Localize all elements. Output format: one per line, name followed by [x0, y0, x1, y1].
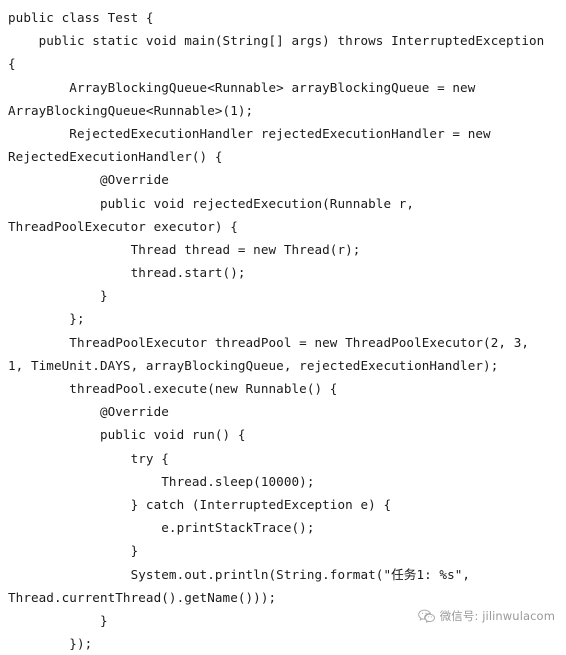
- code-line: {: [8, 56, 16, 72]
- code-snippet-figure: public class Test { public static void m…: [0, 0, 566, 651]
- code-line: Thread thread = new Thread(r);: [8, 241, 361, 257]
- code-line: @Override: [8, 172, 169, 188]
- code-line: public void run() {: [8, 427, 246, 443]
- code-line: }: [8, 288, 108, 304]
- code-line: } catch (InterruptedException e) {: [8, 496, 392, 512]
- code-line: }: [8, 543, 139, 559]
- code-line: e.printStackTrace();: [8, 520, 315, 536]
- code-line: System.out.println(String.format("任务1: %…: [8, 566, 471, 582]
- code-line: RejectedExecutionHandler rejectedExecuti…: [8, 125, 491, 141]
- code-line: }: [8, 612, 108, 628]
- code-line: };: [8, 311, 85, 327]
- code-line: ThreadPoolExecutor executor) {: [8, 218, 238, 234]
- code-line: ArrayBlockingQueue<Runnable> arrayBlocki…: [8, 79, 476, 95]
- code-line: ArrayBlockingQueue<Runnable>(1);: [8, 102, 254, 118]
- code-line: threadPool.execute(new Runnable() {: [8, 381, 338, 396]
- code-line: Thread.sleep(10000);: [8, 473, 315, 489]
- code-line: thread.start();: [8, 265, 246, 281]
- code-line: ThreadPoolExecutor threadPool = new Thre…: [8, 334, 530, 350]
- code-line: public class Test {: [8, 10, 154, 25]
- code-block: public class Test { public static void m…: [0, 0, 566, 655]
- code-line: RejectedExecutionHandler() {: [8, 149, 223, 165]
- code-line: });: [8, 636, 93, 652]
- code-line: try {: [8, 450, 169, 466]
- code-line: public void rejectedExecution(Runnable r…: [8, 195, 415, 211]
- code-line: @Override: [8, 404, 169, 420]
- code-line: Thread.currentThread().getName()));: [8, 589, 277, 605]
- code-line: 1, TimeUnit.DAYS, arrayBlockingQueue, re…: [8, 357, 499, 373]
- code-line: public static void main(String[] args) t…: [8, 33, 545, 49]
- code-content: public class Test { public static void m…: [0, 6, 566, 655]
